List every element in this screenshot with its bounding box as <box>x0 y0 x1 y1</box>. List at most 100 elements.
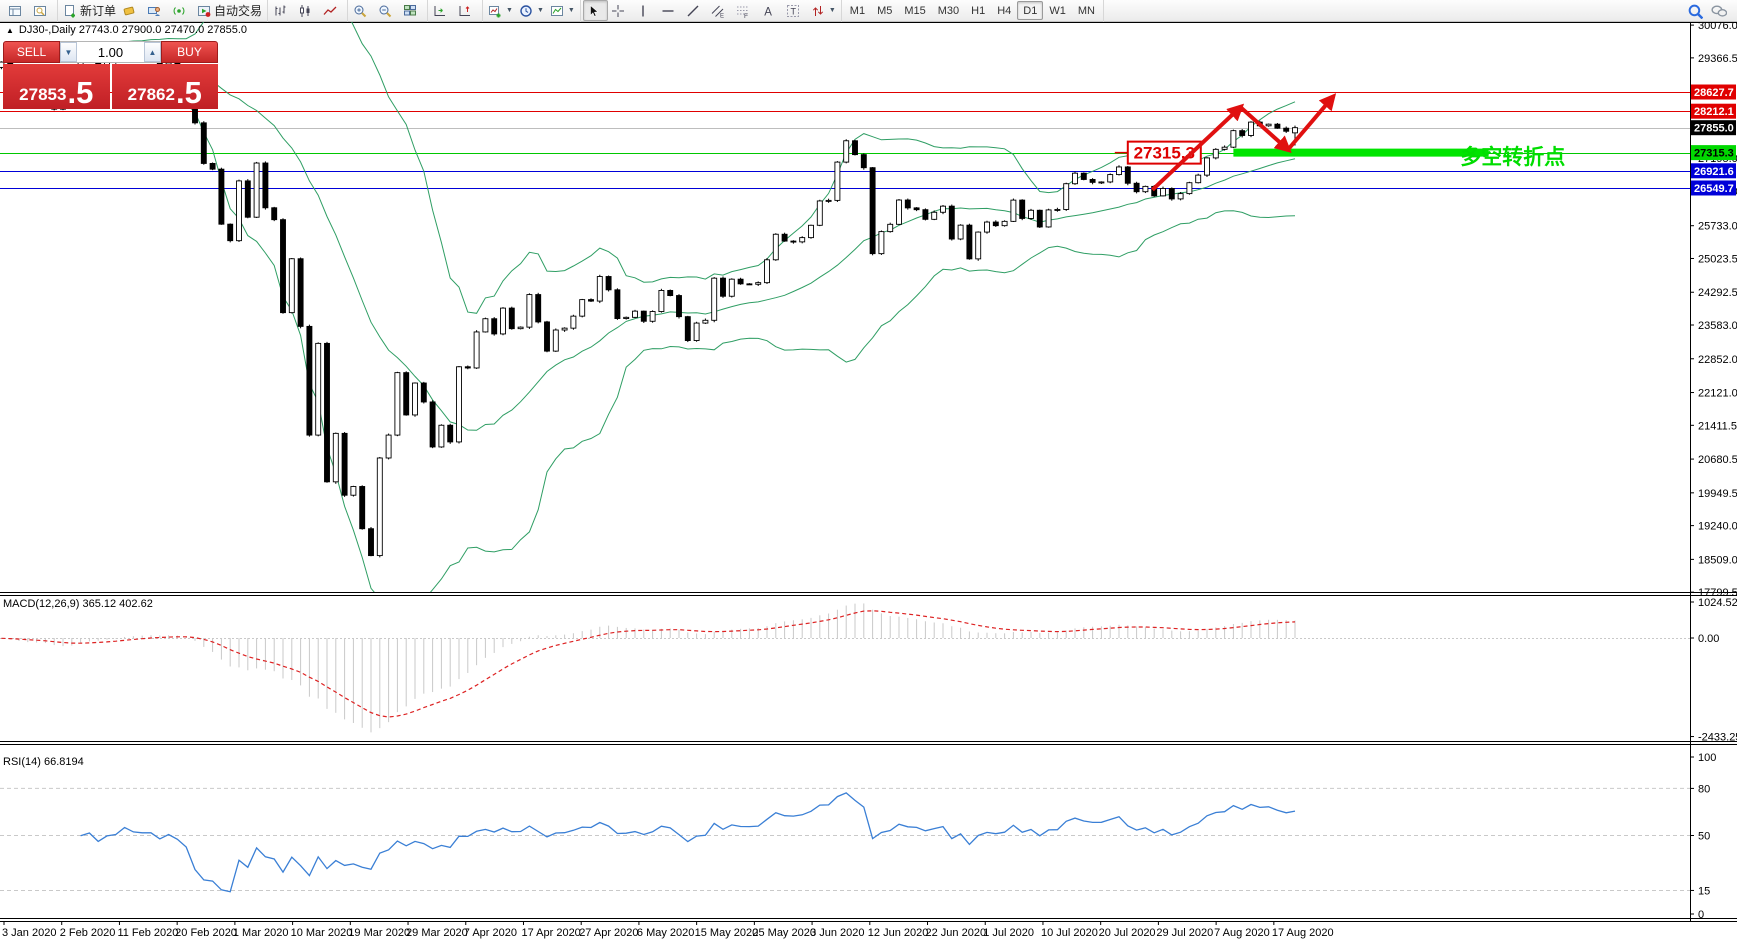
equidistant-channel-button[interactable]: E <box>708 0 733 21</box>
candles-layer <box>0 48 1297 557</box>
price-tag-text: 26921.6 <box>1694 166 1734 178</box>
arrows-button[interactable]: ▼ <box>808 0 839 21</box>
date-axis-label: 27 Apr 2020 <box>579 927 638 939</box>
sell-price[interactable]: 27853 .5 <box>3 64 110 109</box>
yellow-box-icon <box>122 4 136 18</box>
periods-button[interactable]: ▼ <box>516 0 547 21</box>
toolbar: 新订单 自动交易 ▼ ▼ ▼ EFAT ▼ M1M5M15M30H1H4D1W1MN <box>0 0 1737 22</box>
buy-price[interactable]: 27862 .5 <box>112 64 219 109</box>
indicators-button[interactable]: ▼ <box>485 0 516 21</box>
price-tag-text: 28212.1 <box>1694 106 1734 118</box>
toolbar-group: 新订单 自动交易 <box>58 0 268 22</box>
chevron-down-icon[interactable]: ▼ <box>537 7 544 14</box>
horizontal-line-button[interactable] <box>658 0 683 21</box>
volume-input[interactable] <box>77 42 144 62</box>
trendline-button[interactable] <box>683 0 708 21</box>
annotations-layer[interactable]: 27315.3多空转折点 <box>1115 97 1565 190</box>
trend-arrow[interactable] <box>1288 97 1333 150</box>
metaeditor-button[interactable] <box>144 0 169 21</box>
one-click-trade-panel: SELL ▼ ▲ BUY 27853 .5 27862 .5 <box>3 41 218 109</box>
date-axis-label: 19 Mar 2020 <box>348 927 410 939</box>
price-axis-label: 19949.5 <box>1698 488 1737 500</box>
date-axis-label: 2 Feb 2020 <box>60 927 116 939</box>
profiles-button[interactable] <box>30 0 55 21</box>
chat-icon[interactable] <box>1711 3 1727 19</box>
date-axis-label: 20 Jul 2020 <box>1099 927 1156 939</box>
tile-windows-button[interactable] <box>400 0 425 21</box>
timeframe-h1-button[interactable]: H1 <box>965 1 991 20</box>
symbol-ohlc-text: DJ30-,Daily 27743.0 27900.0 27470.0 2785… <box>19 24 247 36</box>
channel-icon: E <box>711 4 725 18</box>
bar-chart-button[interactable] <box>270 0 295 21</box>
timeframe-group: M1M5M15M30H1H4D1W1MN <box>842 0 1104 22</box>
chart-shift-button[interactable] <box>455 0 480 21</box>
text-label-button[interactable]: T <box>783 0 808 21</box>
sell-price-frac: .5 <box>67 81 93 105</box>
toolbar-group: EFAT ▼ <box>581 0 842 22</box>
collapse-chart-icon[interactable]: ▲ <box>6 26 14 35</box>
chevron-down-icon[interactable]: ▼ <box>829 7 836 14</box>
date-axis-label: 15 May 2020 <box>695 927 759 939</box>
zoom-out-button[interactable] <box>375 0 400 21</box>
price-axis-label: 21411.5 <box>1698 420 1737 432</box>
rsi-axis-label: 80 <box>1698 783 1710 795</box>
price-axis-label: 25733.0 <box>1698 221 1737 233</box>
volume-increase-button[interactable]: ▲ <box>144 42 161 62</box>
sell-button[interactable]: SELL <box>3 41 60 63</box>
price-axis-label: 23583.0 <box>1698 320 1737 332</box>
date-axis[interactable]: 3 Jan 20202 Feb 202011 Feb 202020 Feb 20… <box>2 922 1334 940</box>
date-axis-label: 10 Jul 2020 <box>1041 927 1098 939</box>
support-zone-bar[interactable] <box>1233 149 1488 157</box>
auto-scroll-button[interactable] <box>430 0 455 21</box>
toolbar-group <box>348 0 428 22</box>
signals-button[interactable] <box>169 0 194 21</box>
volume-decrease-button[interactable]: ▼ <box>60 42 77 62</box>
timeframe-m15-button[interactable]: M15 <box>898 1 931 20</box>
timeframe-m1-button[interactable]: M1 <box>844 1 871 20</box>
chevron-down-icon[interactable]: ▼ <box>506 7 513 14</box>
macd-label: MACD(12,26,9) 365.12 402.62 <box>3 598 153 610</box>
zoom-in-button[interactable] <box>350 0 375 21</box>
timeframe-mn-button[interactable]: MN <box>1072 1 1101 20</box>
auto-scroll-icon <box>433 4 447 18</box>
date-axis-label: 25 May 2020 <box>752 927 816 939</box>
price-tag-text: 27315.3 <box>1694 148 1734 160</box>
vertical-line-button[interactable] <box>633 0 658 21</box>
market-watch-button[interactable] <box>119 0 144 21</box>
text-button[interactable]: A <box>758 0 783 21</box>
line-chart-button[interactable] <box>320 0 345 21</box>
templates-button[interactable]: ▼ <box>547 0 578 21</box>
price-axis-label: 22121.0 <box>1698 388 1737 400</box>
date-axis-label: 29 Jul 2020 <box>1156 927 1213 939</box>
new-chart-button[interactable] <box>5 0 30 21</box>
chevron-down-icon[interactable]: ▼ <box>568 7 575 14</box>
date-axis-label: 17 Aug 2020 <box>1272 927 1334 939</box>
fibonacci-button[interactable]: F <box>733 0 758 21</box>
buy-price-whole: 27862 <box>128 86 175 105</box>
rsi-layer <box>0 788 1690 891</box>
crosshair-button[interactable] <box>608 0 633 21</box>
symbol-info: ▲ DJ30-,Daily 27743.0 27900.0 27470.0 27… <box>6 24 247 36</box>
price-tag-text: 26549.7 <box>1694 183 1734 195</box>
turning-point-label[interactable]: 多空转折点 <box>1460 145 1565 169</box>
tiles-icon <box>403 4 417 18</box>
candlestick-chart-button[interactable] <box>295 0 320 21</box>
timeframe-m30-button[interactable]: M30 <box>932 1 965 20</box>
buy-button[interactable]: BUY <box>161 41 218 63</box>
new-order-button[interactable]: 新订单 <box>60 0 119 21</box>
timeframe-w1-button[interactable]: W1 <box>1043 1 1072 20</box>
timeframe-m5-button[interactable]: M5 <box>871 1 898 20</box>
macd-axis-label: -2433.25 <box>1698 732 1737 744</box>
autotrading-button[interactable]: 自动交易 <box>194 0 265 21</box>
toolbar-right <box>1687 3 1737 19</box>
cursor-button[interactable] <box>583 0 608 21</box>
crosshair-icon <box>611 4 625 18</box>
search-icon[interactable] <box>1687 3 1703 19</box>
price-axis-label: 20680.5 <box>1698 454 1737 466</box>
price-tag-text: 27855.0 <box>1694 123 1734 135</box>
timeframe-h4-button[interactable]: H4 <box>991 1 1017 20</box>
timeframe-d1-button[interactable]: D1 <box>1017 1 1043 20</box>
macd-axis-label: 1024.52 <box>1698 597 1737 609</box>
volume-spinner: ▼ ▲ <box>60 41 161 63</box>
date-axis-label: 1 Jul 2020 <box>983 927 1034 939</box>
